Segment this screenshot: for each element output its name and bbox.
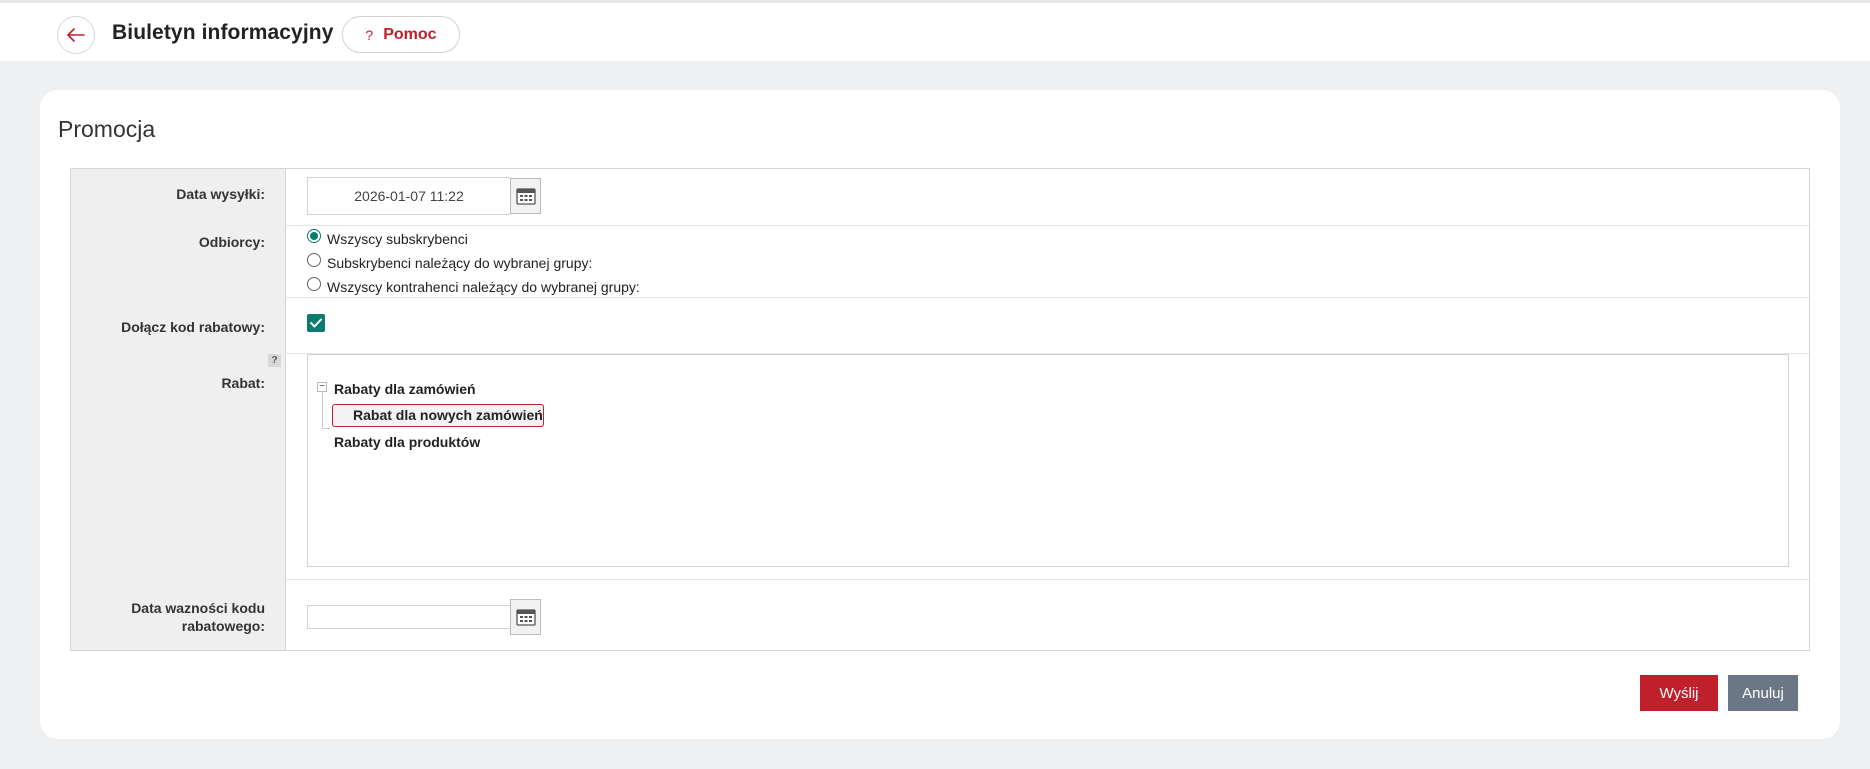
send-date-calendar-button[interactable] — [510, 178, 541, 214]
recipients-label: Odbiorcy: — [198, 234, 265, 250]
discount-label: Rabat: — [221, 375, 265, 391]
radio-group-contractors[interactable]: Wszyscy kontrahenci należący do wybranej… — [307, 277, 640, 295]
radio-group-subscribers[interactable]: Subskrybenci należący do wybranej grupy: — [307, 253, 593, 271]
send-button[interactable]: Wyślij — [1640, 675, 1718, 711]
radio-button[interactable] — [307, 277, 321, 291]
promotion-form: Data wysyłki: Odbiorcy: Dołącz kod rabat… — [70, 168, 1810, 651]
expiry-date-calendar-button[interactable] — [510, 599, 541, 635]
radio-label: Wszyscy subskrybenci — [327, 231, 468, 247]
label-column: Data wysyłki: Odbiorcy: Dołącz kod rabat… — [71, 169, 286, 650]
page-title: Biuletyn informacyjny — [112, 21, 334, 44]
help-button[interactable]: ? Pomoc — [342, 16, 460, 53]
page-header: Biuletyn informacyjny ? Pomoc — [0, 3, 1870, 61]
radio-label: Subskrybenci należący do wybranej grupy: — [327, 255, 593, 271]
discount-code-label: Dołącz kod rabatowy: — [121, 319, 265, 335]
expiry-date-label-line2: rabatowego: — [181, 618, 265, 634]
tree-node-product-discounts[interactable]: Rabaty dla produktów — [334, 434, 480, 450]
arrow-left-icon — [67, 28, 85, 42]
send-date-input[interactable]: 2026-01-07 11:22 — [307, 177, 511, 215]
calendar-icon — [515, 188, 536, 205]
promotion-card: Promocja Data wysyłki: Odbiorcy: Dołącz … — [40, 90, 1840, 739]
radio-button[interactable] — [307, 253, 321, 267]
cancel-button[interactable]: Anuluj — [1728, 675, 1798, 711]
radio-label: Wszyscy kontrahenci należący do wybranej… — [327, 279, 640, 295]
tree-node-order-discounts[interactable]: Rabaty dla zamówień — [334, 381, 476, 397]
expiry-date-label-line1: Data wazności kodu — [131, 600, 265, 616]
calendar-icon — [515, 609, 536, 626]
tree-node-new-orders-selected[interactable]: Rabat dla nowych zamówień — [332, 404, 544, 427]
row-divider — [286, 297, 1809, 298]
help-button-label: Pomoc — [383, 25, 437, 43]
check-icon — [310, 318, 322, 328]
discount-tree: − Rabaty dla zamówień Rabat dla nowych z… — [307, 354, 1789, 567]
discount-help-icon[interactable]: ? — [268, 354, 281, 367]
tree-connector — [322, 428, 330, 429]
row-divider — [286, 579, 1809, 580]
radio-button-checked[interactable] — [307, 229, 321, 243]
tree-connector — [322, 389, 323, 429]
radio-all-subscribers[interactable]: Wszyscy subskrybenci — [307, 229, 468, 247]
expiry-date-input[interactable] — [307, 605, 511, 629]
discount-code-checkbox[interactable] — [307, 314, 325, 332]
row-divider — [286, 225, 1809, 226]
question-icon: ? — [365, 26, 374, 43]
send-date-label: Data wysyłki: — [176, 186, 265, 202]
back-button[interactable] — [57, 16, 95, 54]
tree-collapse-toggle[interactable]: − — [317, 382, 327, 392]
expiry-date-label: Data wazności kodu rabatowego: — [131, 599, 265, 635]
section-title: Promocja — [58, 116, 156, 142]
